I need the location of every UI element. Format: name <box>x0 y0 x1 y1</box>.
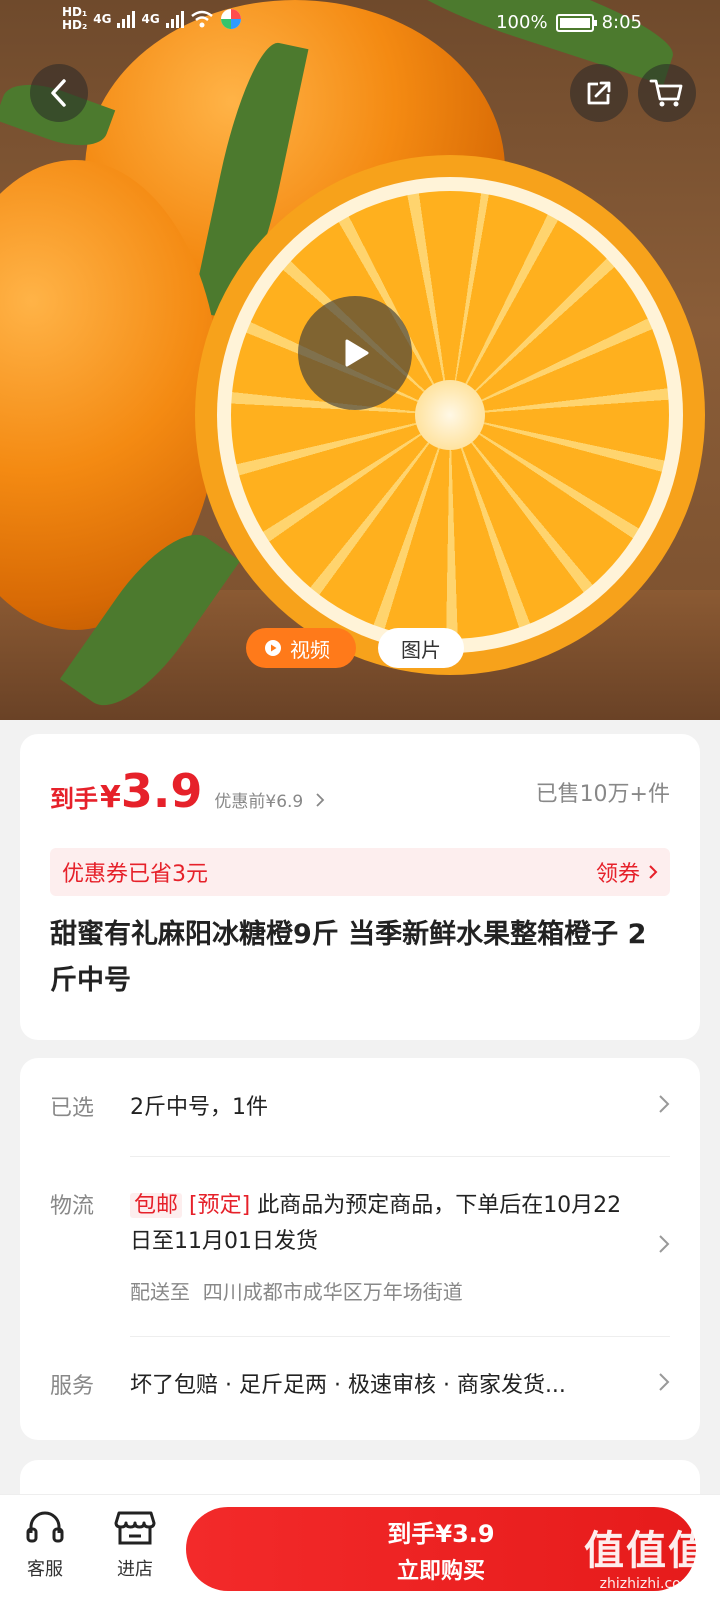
selected-value: 2斤中号，1件 <box>130 1095 268 1120</box>
clock: 8:05 <box>601 12 642 33</box>
wifi-icon <box>190 10 213 28</box>
tab-video-label: 视频 <box>290 637 330 662</box>
logistics-row[interactable]: 物流 包邮 [预定] 此商品为预定商品，下单后在10月22日至11月01日发货 … <box>50 1188 670 1308</box>
service-value: 坏了包赔 · 足斤足两 · 极速审核 · 商家发货... <box>130 1373 566 1398</box>
watermark-logo: 值值值 zhizhizhi.com <box>584 1518 710 1592</box>
selected-row[interactable]: 已选 2斤中号，1件 <box>50 1090 670 1130</box>
price-value: 3.9 <box>120 764 203 818</box>
original-price: 优惠前¥6.9 <box>214 792 304 812</box>
chevron-right-icon <box>649 865 658 879</box>
battery-fill <box>559 17 590 28</box>
tab-video[interactable]: 视频 <box>246 628 356 668</box>
headset-icon <box>26 1511 64 1543</box>
watermark-url: zhizhizhi.com <box>599 1576 695 1592</box>
play-icon <box>345 339 369 367</box>
coupon-text: 优惠券已省3元 <box>62 862 208 887</box>
ship-to-label: 配送至 <box>130 1280 190 1304</box>
back-button[interactable] <box>30 64 88 122</box>
chevron-right-icon <box>316 793 324 807</box>
divider <box>130 1156 670 1157</box>
presale-tag: [预定] <box>189 1193 251 1218</box>
divider <box>130 1336 670 1337</box>
original-price-link[interactable]: 优惠前¥6.9 <box>214 787 324 812</box>
options-card: 已选 2斤中号，1件 物流 包邮 [预定] 此商品为预定商品，下单后在10月22… <box>20 1058 700 1440</box>
chevron-right-icon <box>658 1092 670 1120</box>
buy-label: 立即购买 <box>396 1558 485 1584</box>
coupon-bar[interactable]: 优惠券已省3元 领券 <box>50 848 670 896</box>
service-row[interactable]: 服务 坏了包赔 · 足斤足两 · 极速审核 · 商家发货... <box>50 1368 670 1408</box>
network-label-2: 4G <box>141 12 160 26</box>
cart-icon <box>649 79 683 107</box>
claim-coupon-button[interactable]: 领券 <box>596 856 658 888</box>
cart-button[interactable] <box>638 64 696 122</box>
free-shipping-tag: 包邮 <box>130 1193 183 1218</box>
play-video-button[interactable] <box>298 296 412 410</box>
tab-photo-label: 图片 <box>401 637 441 662</box>
watermark-text: 值值值 <box>584 1528 710 1574</box>
chevron-right-icon <box>658 1232 670 1260</box>
play-circle-icon <box>265 640 281 656</box>
battery-percent: 100% <box>496 12 548 33</box>
media-tabs: 视频 图片 <box>246 628 464 668</box>
signal-icon <box>117 10 136 28</box>
status-bar: HD₁ HD₂ 4G 4G 100% 8:05 <box>0 0 720 50</box>
price-row: 到手 ¥ 3.9 优惠前¥6.9 <box>50 764 325 818</box>
enter-store-button[interactable]: 进店 <box>100 1509 170 1581</box>
battery-icon <box>555 13 597 32</box>
hd2-indicator: HD₂ <box>62 18 88 32</box>
service-label: 服务 <box>50 1374 95 1399</box>
share-icon <box>587 81 611 105</box>
customer-service-button[interactable]: 客服 <box>10 1509 80 1581</box>
app-notification-icon <box>220 9 241 29</box>
tab-photo[interactable]: 图片 <box>378 628 464 668</box>
sold-count: 已售10万+件 <box>535 782 670 807</box>
enter-store-label: 进店 <box>117 1559 153 1580</box>
product-title: 甜蜜有礼麻阳冰糖橙9斤 当季新鲜水果整箱橙子 2斤中号 <box>50 919 647 996</box>
logistics-content: 包邮 [预定] 此商品为预定商品，下单后在10月22日至11月01日发货 配送至… <box>130 1188 630 1310</box>
signal-icon <box>165 10 184 28</box>
price-currency: ¥ <box>100 780 121 815</box>
store-icon <box>114 1511 156 1545</box>
logistics-label: 物流 <box>50 1194 95 1219</box>
chevron-left-icon <box>51 79 66 107</box>
chevron-right-icon <box>658 1370 670 1398</box>
ship-to-address: 四川成都市成华区万年场街道 <box>202 1280 463 1304</box>
network-label-1: 4G <box>93 12 112 26</box>
claim-coupon-label: 领券 <box>595 862 640 887</box>
bottom-action-bar: 客服 进店 到手¥3.9 立即购买 值值值 zhizhizhi.com <box>0 1494 720 1600</box>
selected-label: 已选 <box>50 1096 95 1121</box>
price-card: 到手 ¥ 3.9 优惠前¥6.9 已售10万+件 优惠券已省3元 领券 甜蜜有礼… <box>20 734 700 1040</box>
ship-to-line: 配送至 四川成都市成华区万年场街道 <box>130 1274 630 1310</box>
share-button[interactable] <box>570 64 628 122</box>
orange-half-cut <box>195 155 705 675</box>
price-prefix: 到手 <box>50 785 98 813</box>
buy-price: 到手¥3.9 <box>387 1519 495 1548</box>
customer-service-label: 客服 <box>27 1559 63 1580</box>
